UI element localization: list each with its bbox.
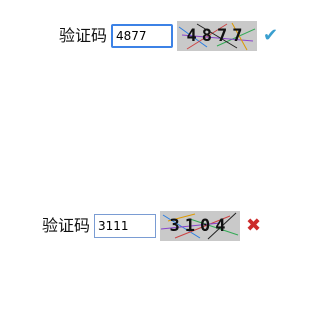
captcha-image[interactable]: 4877 (177, 21, 258, 51)
captcha-input[interactable] (111, 24, 174, 48)
captcha-code: 3104 (169, 216, 231, 236)
captcha-label: 验证码 (42, 216, 91, 235)
cross-icon: ✖ (246, 215, 262, 236)
captcha-image[interactable]: 3104 (160, 211, 241, 241)
captcha-row-valid: 验证码 4877 ✔ (59, 21, 278, 51)
captcha-label: 验证码 (59, 26, 108, 45)
check-icon: ✔ (263, 25, 279, 46)
captcha-code: 4877 (186, 26, 248, 46)
captcha-input[interactable] (94, 214, 157, 238)
captcha-row-invalid: 验证码 3104 ✖ (42, 211, 261, 241)
